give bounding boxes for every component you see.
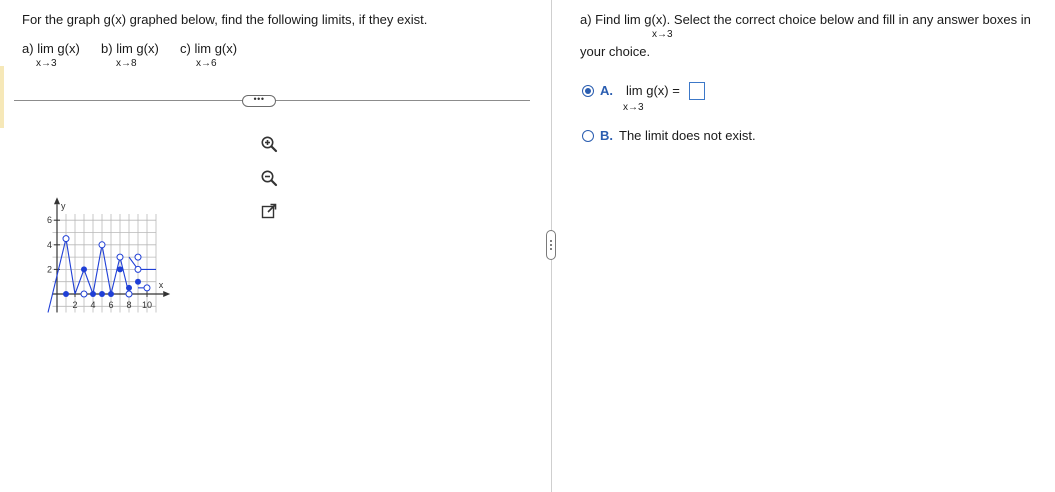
zoom-in-icon — [261, 136, 278, 153]
x-axis-arrow — [163, 291, 171, 297]
choice-a-letter: A. — [600, 83, 613, 98]
choice-b-text: The limit does not exist. — [619, 128, 756, 143]
question-pane: For the graph g(x) graphed below, find t… — [0, 0, 550, 492]
x-tick-label: 8 — [126, 300, 131, 310]
open-point — [116, 253, 124, 261]
x-tick-label: 2 — [72, 300, 77, 310]
graph-segment — [65, 238, 76, 295]
choice-b[interactable]: B. The limit does not exist. — [582, 128, 756, 143]
open-new-window-button[interactable] — [257, 199, 281, 223]
part-b-lim: lim — [116, 41, 133, 56]
y-tick-label: 6 — [47, 215, 52, 225]
side-accent-bar — [0, 66, 4, 128]
more-options-button[interactable]: ••• — [242, 95, 276, 107]
pane-resize-handle[interactable] — [546, 230, 556, 260]
part-c-func: g(x) — [214, 41, 238, 56]
closed-point — [108, 291, 114, 297]
question-text: For the graph g(x) graphed below, find t… — [22, 12, 428, 27]
limit-answer-input[interactable] — [689, 82, 705, 100]
function-graph: x y 2 4 6 8 10 2 4 6 — [47, 197, 171, 313]
part-c-sub: x→6 — [196, 58, 217, 69]
y-tick-label: 4 — [47, 240, 52, 250]
closed-point — [99, 291, 105, 297]
limit-part-c: c) lim g(x) — [180, 41, 237, 56]
part-b-func: g(x) — [136, 41, 159, 56]
open-point — [62, 235, 70, 243]
x-tick-label: 10 — [142, 300, 152, 310]
part-a-sub: x→3 — [36, 58, 57, 69]
zoom-out-button[interactable] — [257, 166, 281, 190]
graph-segment — [110, 256, 121, 295]
part-a-question: a) Find lim g(x). Select the correct cho… — [580, 12, 1031, 27]
zoom-out-icon — [261, 170, 278, 187]
choice-a[interactable]: A. lim g(x) = — [582, 83, 680, 98]
closed-point — [135, 278, 141, 285]
part-a-func: g(x) — [57, 41, 80, 56]
part-b-prefix: b) — [101, 41, 113, 56]
y-tick-label: 2 — [47, 264, 52, 274]
part-b-sub: x→8 — [116, 58, 137, 69]
part-c-lim: lim — [194, 41, 212, 56]
y-axis-label: y — [61, 201, 66, 211]
graph-grid — [52, 214, 157, 313]
limit-part-a: a) lim g(x) — [22, 41, 80, 56]
x-axis-label: x — [159, 280, 164, 290]
open-point — [134, 265, 142, 273]
choice-a-text: lim g(x) = — [626, 83, 680, 98]
part-a-question-sub: x→3 — [652, 29, 673, 40]
part-c-prefix: c) — [180, 41, 191, 56]
closed-point — [126, 284, 132, 291]
y-axis-arrow — [54, 197, 60, 205]
part-a-prefix: a) — [22, 41, 34, 56]
choice-a-radio[interactable] — [582, 84, 594, 97]
limit-part-b: b) lim g(x) — [101, 41, 159, 56]
choice-a-sub: x→3 — [623, 102, 644, 113]
open-new-window-icon — [261, 203, 277, 219]
open-point — [125, 290, 133, 298]
part-a-lim: lim — [37, 41, 54, 56]
open-point — [98, 241, 106, 249]
part-a-question-cont: your choice. — [580, 44, 651, 59]
closed-point — [117, 266, 123, 273]
zoom-in-button[interactable] — [257, 132, 281, 156]
choice-b-radio[interactable] — [582, 129, 594, 142]
closed-point — [81, 266, 87, 273]
choice-b-letter: B. — [600, 128, 613, 143]
open-point — [134, 253, 142, 261]
x-tick-label: 6 — [108, 300, 113, 310]
graph-tick-labels: 2 4 6 8 10 2 4 6 — [47, 215, 152, 310]
closed-point — [90, 291, 96, 297]
x-tick-label: 4 — [90, 300, 95, 310]
open-point — [143, 284, 151, 292]
closed-point — [63, 291, 69, 297]
open-point — [80, 290, 88, 298]
answer-pane: a) Find lim g(x). Select the correct cho… — [556, 0, 1055, 492]
